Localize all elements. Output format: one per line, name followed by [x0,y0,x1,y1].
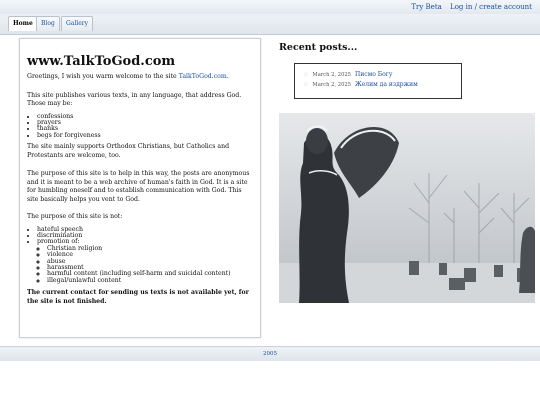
greeting-suffix: . [226,73,229,80]
intro-text: This site publishes various texts, in an… [27,91,242,108]
list-item: ☆ March 2, 2025 Желим да издржим [303,80,461,90]
list-item: ☆ March 2, 2025 Писмо Богу [303,70,461,80]
page-title: www.TalkToGod.com [27,54,176,69]
post-date: March 2, 2025 [312,82,351,88]
footer-year-link[interactable]: 2005 [263,351,277,357]
list-item: promotion of: Christian religion violenc… [37,239,253,284]
post-date: March 2, 2025 [312,72,351,78]
recent-posts-box: ☆ March 2, 2025 Писмо Богу ☆ March 2, 2025 Ж… [294,63,462,99]
footer: 2005 [0,346,540,361]
tab-blog[interactable]: Blog [36,16,60,31]
text-types-list: confessions prayers thanks begs for forg… [27,113,253,140]
tab-home[interactable]: Home [8,16,38,31]
list-item: illegal/unlawful content [47,277,253,284]
main-content-card: www.TalkToGod.com Greetings, I wish you … [19,38,261,338]
promotion-list: Christian religion violence abuse harass… [37,245,253,284]
tab-bar: Home Blog Gallery [0,14,540,35]
recent-posts-title: Recent posts... [279,42,358,53]
post-title-link[interactable]: Писмо Богу [355,71,392,78]
cemetery-scene [279,113,535,303]
post-title-link[interactable]: Желим да издржим [355,81,418,88]
list-item: begs for forgiveness [37,132,253,139]
not-list: hateful speech discrimination promotion … [27,226,253,285]
contact-note: The current contact for sending us texts… [27,289,249,305]
login-link[interactable]: Log in / create account [450,3,532,11]
purpose-text: The purpose of this site is to help in t… [27,170,250,203]
site-link[interactable]: TalkToGod.com [179,73,227,80]
top-bar: Try Beta Log in / create account [0,0,540,15]
tab-gallery[interactable]: Gallery [61,16,94,31]
not-intro-text: The purpose of this site is not: [27,213,123,221]
star-icon[interactable]: ☆ [303,81,308,88]
greeting-text: Greetings, I wish you warm welcome to th… [27,73,253,82]
angel-statue-image [279,113,535,303]
account-links: Try Beta Log in / create account [405,3,532,11]
greeting-prefix: Greetings, I wish you warm welcome to th… [27,73,179,80]
support-text: The site mainly supports Orthodox Christ… [27,143,230,159]
try-beta-link[interactable]: Try Beta [411,3,441,11]
star-icon[interactable]: ☆ [303,71,308,78]
